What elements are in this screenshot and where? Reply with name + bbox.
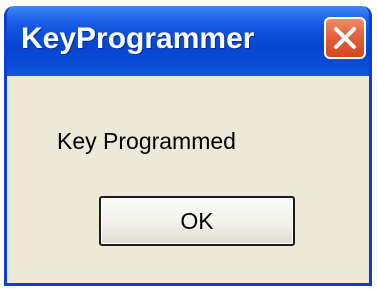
ok-button[interactable]: OK xyxy=(99,196,295,246)
dialog-window: KeyProgrammer Key Programmed OK xyxy=(4,6,372,286)
close-button[interactable] xyxy=(324,17,366,59)
title-bar[interactable]: KeyProgrammer xyxy=(7,6,369,76)
window-title: KeyProgrammer xyxy=(21,22,255,55)
dialog-message: Key Programmed xyxy=(57,128,236,154)
close-icon xyxy=(334,27,356,49)
